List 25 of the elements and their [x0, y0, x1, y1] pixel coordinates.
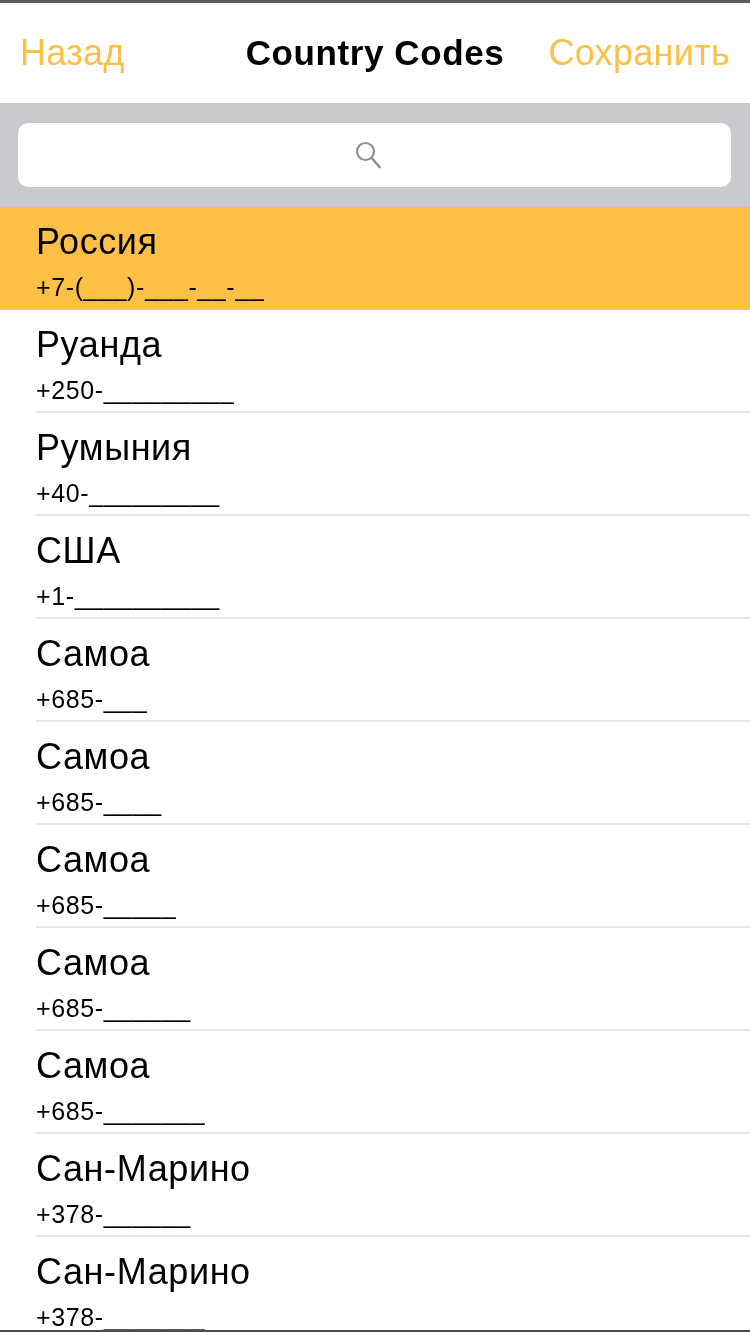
phone-mask: +685-___ [36, 684, 148, 714]
search-field[interactable] [18, 123, 731, 187]
phone-mask: +250-_________ [36, 375, 235, 405]
country-name: Самоа [36, 633, 151, 675]
country-name: Самоа [36, 736, 151, 778]
phone-mask: +685-_______ [36, 1096, 206, 1126]
country-row[interactable]: Россия +7-(___)-___-__-__ [0, 207, 750, 310]
country-name: Руанда [36, 324, 163, 366]
country-name: Россия [36, 221, 158, 263]
phone-mask: +40-_________ [36, 478, 220, 508]
country-name: США [36, 530, 121, 572]
country-name: Самоа [36, 942, 151, 984]
phone-mask: +378-______ [36, 1199, 191, 1229]
phone-mask: +1-__________ [36, 581, 220, 611]
country-name: Самоа [36, 839, 151, 881]
nav-title: Country Codes [244, 33, 506, 73]
phone-mask: +685-____ [36, 787, 162, 817]
phone-mask: +685-______ [36, 993, 191, 1023]
phone-mask: +7-(___)-___-__-__ [36, 272, 265, 302]
phone-mask: +685-_____ [36, 890, 177, 920]
country-name: Румыния [36, 427, 192, 469]
country-name: Сан-Марино [36, 1251, 251, 1293]
country-name: Самоа [36, 1045, 151, 1087]
country-name: Сан-Марино [36, 1148, 251, 1190]
search-icon [354, 141, 381, 169]
